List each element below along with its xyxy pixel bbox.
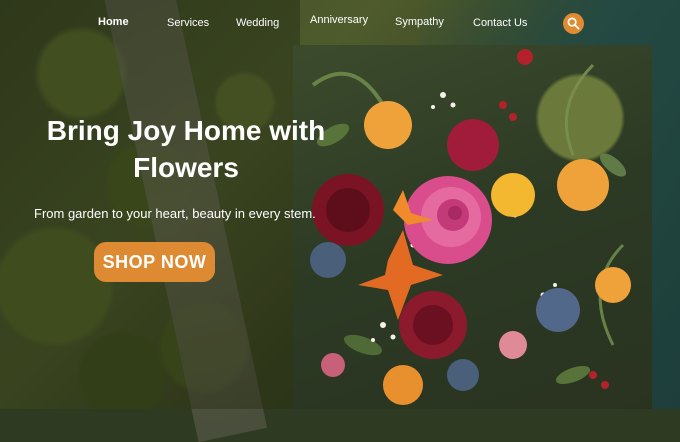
bouquet-illustration [310,49,631,405]
search-button[interactable] [563,13,584,34]
hero-title: Bring Joy Home with Flowers [46,115,326,183]
background-shade [0,0,300,409]
nav-contact-us[interactable]: Contact Us [473,17,527,29]
nav-sympathy[interactable]: Sympathy [395,16,444,28]
hero-subtitle: From garden to your heart, beauty in eve… [34,206,316,221]
shop-now-button[interactable]: SHOP NOW [94,242,215,282]
nav-services[interactable]: Services [167,17,209,29]
main-nav: Home Services Wedding Anniversary Sympat… [0,0,680,46]
nav-home[interactable]: Home [98,16,129,28]
nav-wedding[interactable]: Wedding [236,17,279,29]
nav-anniversary[interactable]: Anniversary [310,14,368,26]
search-icon [567,17,580,30]
bouquet-image [293,45,652,409]
